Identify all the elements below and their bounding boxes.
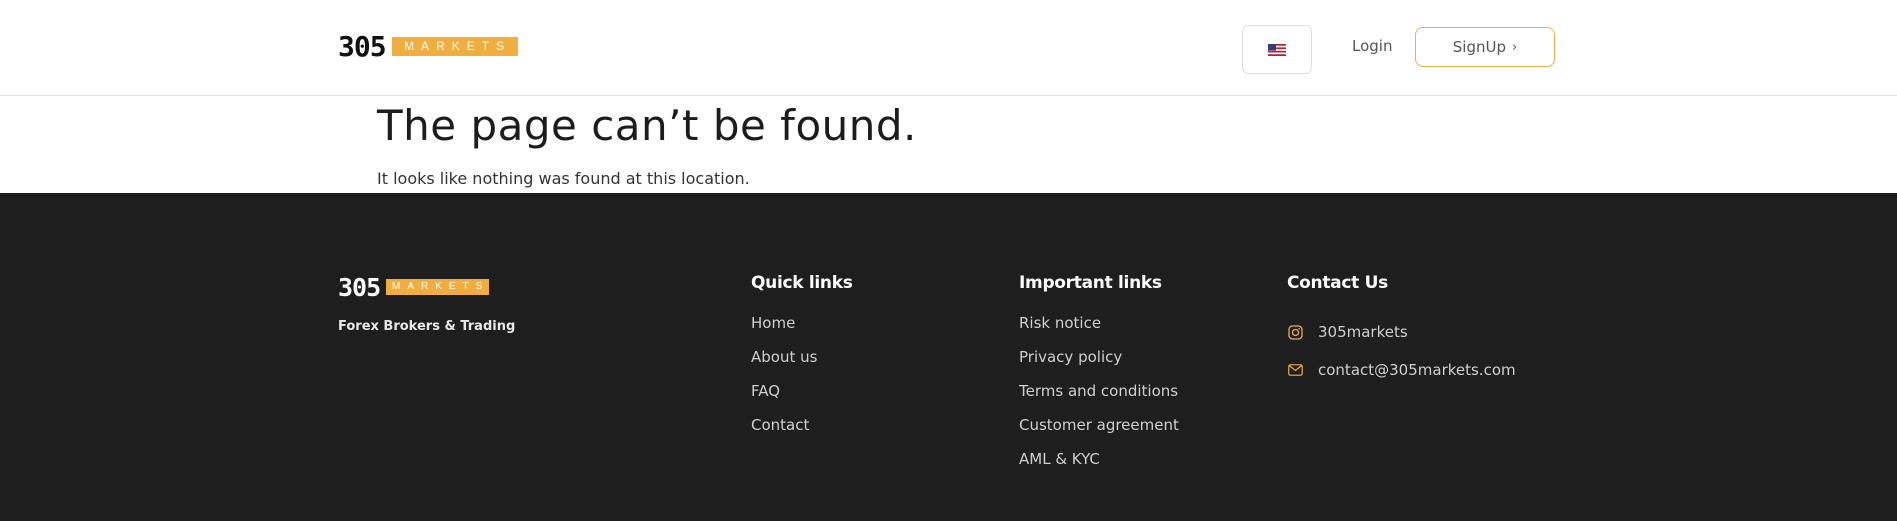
footer-link-about[interactable]: About us [751, 347, 853, 381]
logo-wordmark: MARKETS [391, 36, 518, 56]
footer-link-customer-agreement[interactable]: Customer agreement [1019, 415, 1179, 449]
instagram-icon [1287, 324, 1303, 340]
email-address: contact@305markets.com [1318, 361, 1516, 379]
site-footer: 305 MARKETS Forex Brokers & Trading Quic… [0, 193, 1897, 521]
page-subtitle: It looks like nothing was found at this … [377, 169, 750, 188]
header-logo[interactable]: 305 MARKETS [338, 30, 518, 63]
site-header: 305 MARKETS Login SignUp › [0, 0, 1897, 96]
footer-link-home[interactable]: Home [751, 313, 853, 347]
page-title: The page can’t be found. [377, 101, 917, 150]
envelope-icon [1287, 362, 1303, 378]
contact-column: Contact Us 305markets contact@305markets… [1287, 273, 1516, 389]
footer-link-risk-notice[interactable]: Risk notice [1019, 313, 1179, 347]
important-links-heading: Important links [1019, 273, 1162, 293]
quick-links-column: Quick links Home About us FAQ Contact [751, 273, 853, 449]
footer-link-contact[interactable]: Contact [751, 415, 853, 449]
contact-instagram[interactable]: 305markets [1287, 313, 1516, 351]
footer-link-faq[interactable]: FAQ [751, 381, 853, 415]
contact-email[interactable]: contact@305markets.com [1287, 351, 1516, 389]
footer-link-privacy-policy[interactable]: Privacy policy [1019, 347, 1179, 381]
quick-links-heading: Quick links [751, 273, 853, 293]
footer-logo[interactable]: 305 MARKETS [338, 273, 490, 302]
language-selector-button[interactable] [1242, 25, 1312, 74]
logo-digits: 305 [338, 273, 381, 302]
signup-label: SignUp [1452, 38, 1506, 56]
contact-heading: Contact Us [1287, 273, 1388, 293]
instagram-handle: 305markets [1318, 323, 1408, 341]
logo-wordmark: MARKETS [386, 278, 490, 295]
footer-link-aml-kyc[interactable]: AML & KYC [1019, 449, 1179, 483]
chevron-right-icon: › [1512, 39, 1518, 55]
logo-digits: 305 [338, 30, 387, 63]
login-link[interactable]: Login [1352, 37, 1392, 55]
important-links-column: Important links Risk notice Privacy poli… [1019, 273, 1179, 483]
footer-tagline: Forex Brokers & Trading [338, 319, 516, 334]
footer-link-terms[interactable]: Terms and conditions [1019, 381, 1179, 415]
us-flag-icon [1268, 43, 1286, 56]
signup-button[interactable]: SignUp › [1415, 27, 1555, 67]
